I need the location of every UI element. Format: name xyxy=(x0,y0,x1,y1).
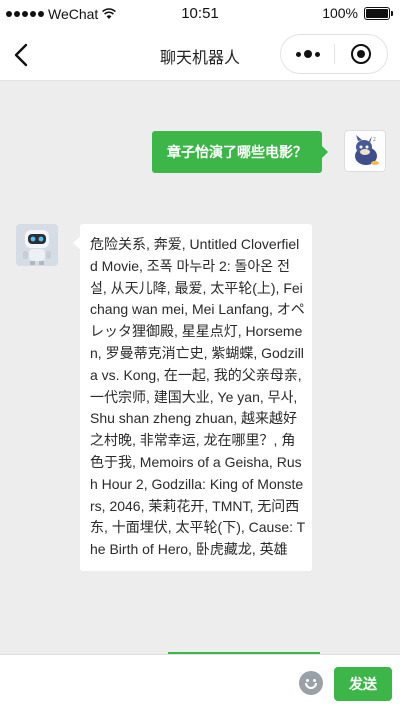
user-message-bubble: 章子怡演了哪些电影？ xyxy=(152,131,328,173)
user-message-text: 章子怡演了哪些电影？ xyxy=(167,144,307,160)
status-bar: WeChat 10:51 100% xyxy=(0,0,400,28)
bot-message-bubble: 危险关系, 奔爱, Untitled Cloverfield Movie, 조폭… xyxy=(73,224,312,571)
user-avatar[interactable]: z xyxy=(344,130,386,172)
bot-avatar[interactable] xyxy=(16,224,58,266)
chat-area[interactable]: 章子怡演了哪些电影？ z 危险关系, 奔爱, Untitled Cloverfi… xyxy=(0,82,400,656)
emoji-button[interactable] xyxy=(299,671,323,695)
send-button[interactable]: 发送 xyxy=(334,667,392,701)
battery-percent: 100% xyxy=(322,5,358,21)
battery-icon xyxy=(364,6,393,20)
nav-bar: 聊天机器人 xyxy=(0,28,400,81)
robot-avatar-icon xyxy=(16,224,58,266)
svg-text:z: z xyxy=(373,137,376,143)
more-dots-icon xyxy=(295,50,320,58)
input-bar: 发送 xyxy=(0,654,400,712)
cartoon-avatar-icon: z xyxy=(345,131,385,171)
emoji-icon xyxy=(306,679,309,682)
status-right: 100% xyxy=(322,5,393,21)
message-input[interactable] xyxy=(10,663,290,703)
close-button[interactable] xyxy=(335,34,387,74)
more-button[interactable] xyxy=(281,34,334,74)
mini-program-capsule xyxy=(280,34,388,74)
target-close-icon xyxy=(350,44,371,64)
bot-message-text: 危险关系, 奔爱, Untitled Cloverfield Movie, 조폭… xyxy=(90,236,306,558)
